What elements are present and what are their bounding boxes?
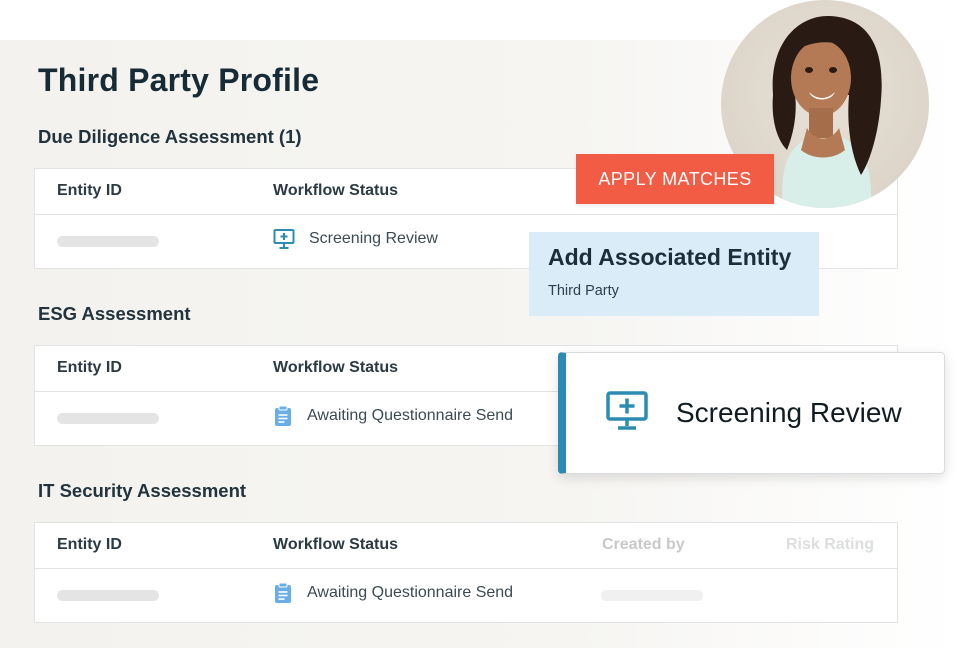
apply-matches-button[interactable]: APPLY MATCHES — [576, 154, 774, 204]
workflow-status-text: Screening Review — [309, 230, 438, 247]
screening-review-label: Screening Review — [676, 397, 902, 428]
created-by-placeholder — [601, 590, 703, 601]
clipboard-icon — [273, 405, 293, 427]
column-header-risk-rating[interactable]: Risk Rating — [786, 536, 874, 554]
page-title: Third Party Profile — [38, 62, 320, 98]
column-header-workflow-status[interactable]: Workflow Status — [273, 536, 398, 554]
column-header-entity-id[interactable]: Entity ID — [57, 359, 122, 377]
workflow-status-cell: Awaiting Questionnaire Send — [273, 405, 513, 427]
workflow-status-text: Awaiting Questionnaire Send — [307, 407, 514, 424]
column-header-workflow-status[interactable]: Workflow Status — [273, 182, 398, 200]
section-title-it-security: IT Security Assessment — [38, 480, 247, 501]
entity-id-placeholder — [57, 590, 159, 601]
clipboard-icon — [273, 582, 293, 604]
monitor-plus-icon — [273, 228, 295, 250]
entity-id-placeholder — [57, 236, 159, 247]
monitor-plus-icon — [606, 390, 648, 436]
column-header-created-by[interactable]: Created by — [602, 536, 685, 554]
workflow-status-cell: Screening Review — [273, 228, 438, 250]
table-row[interactable]: Awaiting Questionnaire Send — [35, 569, 897, 622]
workflow-status-cell: Awaiting Questionnaire Send — [273, 582, 513, 604]
entity-id-placeholder — [57, 413, 159, 424]
column-header-workflow-status[interactable]: Workflow Status — [273, 359, 398, 377]
associated-entity-type: Third Party — [548, 283, 619, 299]
section-title-esg: ESG Assessment — [38, 303, 191, 324]
workflow-status-text: Awaiting Questionnaire Send — [307, 584, 514, 601]
table-header: Entity ID Workflow Status Created by Ris… — [35, 523, 897, 569]
screening-review-callout[interactable]: Screening Review — [558, 352, 945, 474]
section-title-due-diligence: Due Diligence Assessment (1) — [38, 126, 302, 147]
add-associated-entity-title: Add Associated Entity — [548, 244, 792, 270]
it-security-table: Entity ID Workflow Status Created by Ris… — [34, 522, 898, 623]
column-header-entity-id[interactable]: Entity ID — [57, 536, 122, 554]
add-associated-entity-card[interactable]: Add Associated Entity Third Party — [529, 232, 819, 316]
column-header-entity-id[interactable]: Entity ID — [57, 182, 122, 200]
